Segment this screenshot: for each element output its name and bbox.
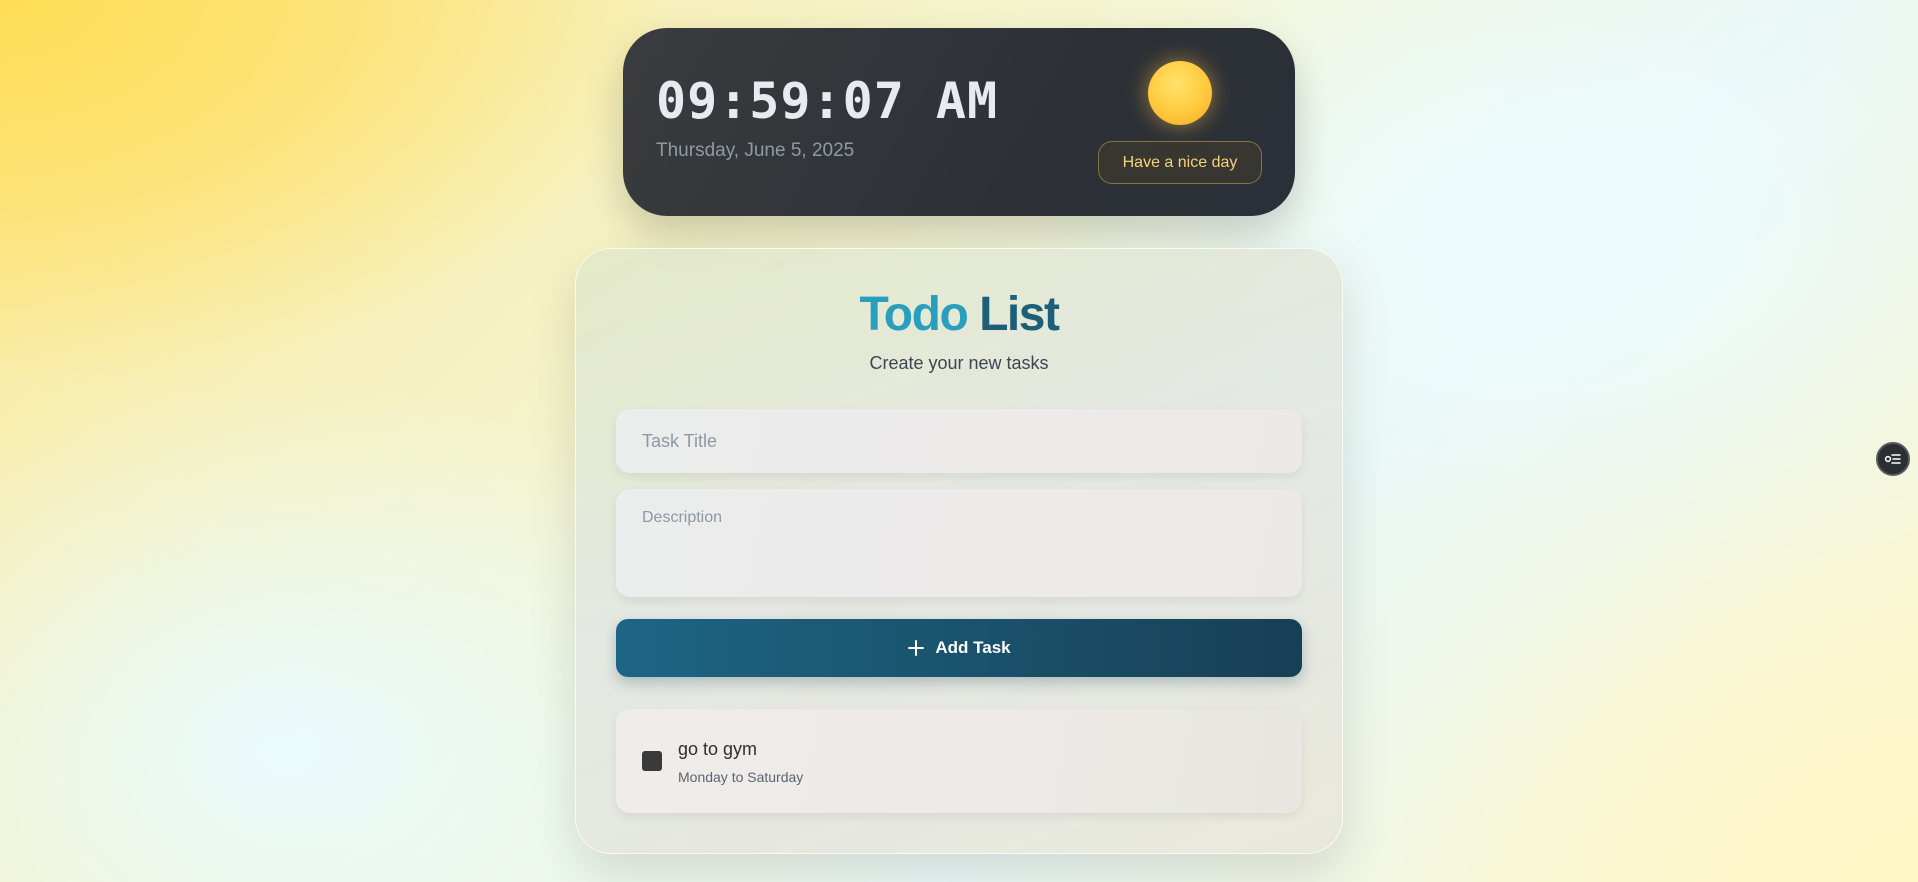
sun-icon (1148, 61, 1212, 125)
title-word-list: List (979, 288, 1060, 341)
filter-list-icon (1884, 454, 1901, 464)
task-title: go to gym (678, 739, 758, 759)
page-subtitle: Create your new tasks (869, 353, 1049, 373)
clock-date: Thursday, June 5, 2025 (656, 140, 855, 161)
clock-time: 09:59:07 AM (656, 72, 999, 130)
add-task-button[interactable]: Add Task (616, 619, 1302, 677)
title-word-todo: Todo (859, 288, 969, 341)
clock-card: 09:59:07 AM Thursday, June 5, 2025 Have … (623, 28, 1295, 216)
task-description-input[interactable] (616, 489, 1302, 597)
page-title: Todo List (576, 287, 1342, 342)
floating-menu-button[interactable] (1876, 442, 1910, 476)
plus-icon (908, 640, 925, 656)
greeting-badge: Have a nice day (1098, 141, 1262, 184)
add-task-label: Add Task (935, 638, 1011, 657)
task-description: Monday to Saturday (678, 769, 804, 785)
task-title-input[interactable] (616, 409, 1302, 473)
task-checkbox[interactable] (642, 751, 662, 771)
todo-panel: Todo List Create your new tasks Add Task… (575, 248, 1343, 854)
task-item: go to gym Monday to Saturday (616, 709, 1302, 813)
